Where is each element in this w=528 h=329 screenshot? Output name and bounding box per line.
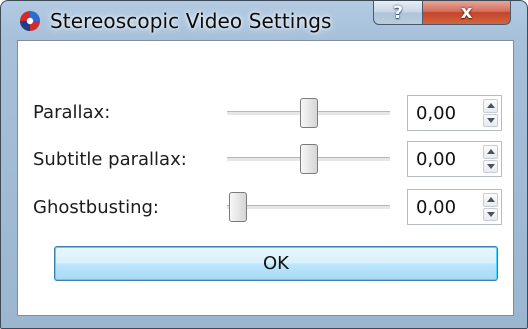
ghostbusting-spin-buttons — [483, 193, 498, 221]
subtitle-parallax-spin-buttons — [483, 145, 498, 173]
ghostbusting-label: Ghostbusting: — [33, 197, 159, 218]
arrow-up-icon — [486, 197, 495, 203]
ghostbusting-spinbox[interactable]: 0,00 — [407, 189, 502, 225]
parallax-slider-thumb[interactable] — [299, 98, 318, 128]
help-button[interactable]: ? — [373, 1, 423, 25]
ghostbusting-value[interactable]: 0,00 — [416, 197, 456, 218]
parallax-label: Parallax: — [33, 102, 111, 123]
parallax-value[interactable]: 0,00 — [416, 103, 456, 124]
ghostbusting-increment-button[interactable] — [483, 193, 498, 207]
subtitle-parallax-increment-button[interactable] — [483, 145, 498, 159]
window-title: Stereoscopic Video Settings — [50, 9, 332, 33]
arrow-up-icon — [486, 149, 495, 155]
ghostbusting-decrement-button[interactable] — [483, 207, 498, 221]
close-icon: x — [460, 2, 473, 23]
ok-button[interactable]: OK — [54, 246, 498, 281]
arrow-down-icon — [486, 117, 495, 123]
close-button[interactable]: x — [423, 1, 511, 25]
help-icon: ? — [393, 2, 403, 23]
arrow-down-icon — [486, 163, 495, 169]
subtitle-parallax-slider-thumb[interactable] — [299, 144, 318, 174]
subtitle-parallax-label: Subtitle parallax: — [33, 149, 187, 170]
ghostbusting-slider-thumb[interactable] — [229, 192, 247, 222]
parallax-decrement-button[interactable] — [483, 113, 498, 127]
app-logo-icon — [20, 11, 40, 31]
subtitle-parallax-row: Subtitle parallax: 0,00 — [18, 138, 513, 178]
parallax-spinbox[interactable]: 0,00 — [407, 95, 502, 131]
ghostbusting-row: Ghostbusting: 0,00 — [18, 185, 513, 225]
parallax-spin-buttons — [483, 99, 498, 127]
parallax-row: Parallax: 0,00 — [18, 93, 513, 133]
title-bar[interactable]: Stereoscopic Video Settings ? x — [1, 1, 527, 41]
ok-button-label: OK — [263, 253, 289, 274]
subtitle-parallax-decrement-button[interactable] — [483, 159, 498, 173]
subtitle-parallax-spinbox[interactable]: 0,00 — [407, 141, 502, 177]
dialog-content: Parallax: 0,00 Subtitle parallax: 0,00 G… — [17, 40, 514, 316]
arrow-up-icon — [486, 103, 495, 109]
subtitle-parallax-value[interactable]: 0,00 — [416, 149, 456, 170]
caption-buttons: ? x — [373, 1, 511, 26]
parallax-increment-button[interactable] — [483, 99, 498, 113]
settings-dialog: Stereoscopic Video Settings ? x Parallax… — [0, 0, 528, 329]
ghostbusting-slider-track[interactable] — [227, 205, 390, 210]
arrow-down-icon — [486, 211, 495, 217]
